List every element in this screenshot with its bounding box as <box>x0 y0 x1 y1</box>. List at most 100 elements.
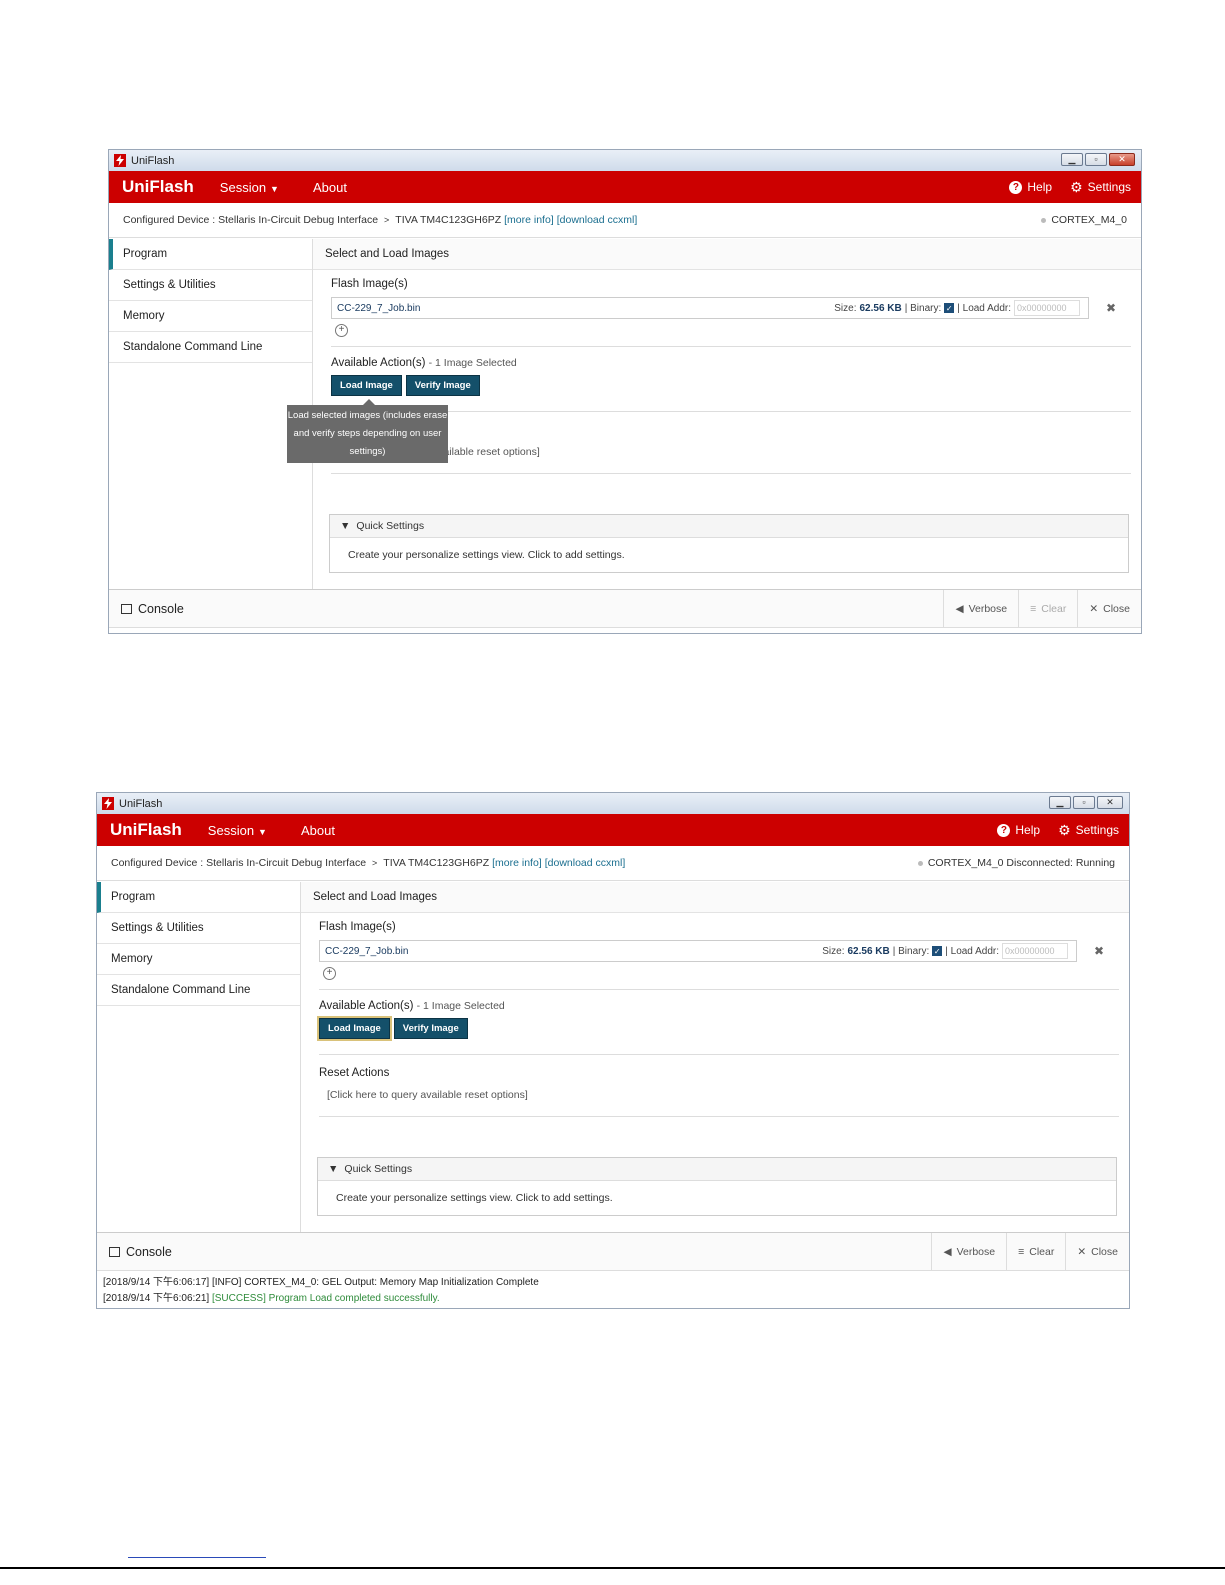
close-window-button[interactable]: ✕ <box>1097 796 1123 809</box>
sidebar-item-program[interactable]: Program <box>97 882 300 913</box>
quick-settings-panel: ▼ Quick Settings Create your personalize … <box>317 1157 1117 1216</box>
size-value: 62.56 KB <box>847 945 890 957</box>
load-image-button[interactable]: Load Image <box>331 375 402 396</box>
download-ccxml-link[interactable]: [download ccxml] <box>545 857 626 869</box>
binary-label: | Binary: <box>892 945 930 957</box>
query-reset-options-link[interactable]: [Click here to query available reset opt… <box>327 1089 1119 1101</box>
console-close-button[interactable]: ✕ Close <box>1065 1233 1129 1270</box>
device-target: TIVA TM4C123GH6PZ <box>383 857 490 869</box>
flash-images-title: Flash Image(s) <box>319 921 396 933</box>
footnote-rule <box>128 1557 266 1558</box>
sidebar-item-memory[interactable]: Memory <box>109 301 312 332</box>
sidebar-item-standalone-command-line[interactable]: Standalone Command Line <box>109 332 312 363</box>
log-line: [2018/9/14 下午6:06:17] [INFO] CORTEX_M4_0… <box>103 1277 539 1288</box>
flash-images-title: Flash Image(s) <box>331 278 408 290</box>
console-toggle-icon[interactable] <box>121 603 132 614</box>
quick-settings-header[interactable]: ▼ Quick Settings <box>318 1158 1116 1181</box>
image-file-name: CC-229_7_Job.bin <box>325 945 409 957</box>
remove-image-icon[interactable]: ✖ <box>1106 301 1116 315</box>
main-panel: Select and Load Images Flash Image(s) CC… <box>301 882 1129 1233</box>
available-actions-title: Available Action(s) <box>331 357 426 369</box>
help-button[interactable]: ? Help <box>1009 180 1052 194</box>
settings-button[interactable]: ⚙ Settings <box>1058 822 1119 839</box>
sidebar-item-program[interactable]: Program <box>109 239 312 270</box>
load-addr-input[interactable]: 0x00000000 <box>1002 943 1068 959</box>
app-brand: UniFlash <box>110 820 182 839</box>
maximize-button[interactable]: ▫ <box>1073 796 1095 809</box>
remove-image-icon[interactable]: ✖ <box>1094 944 1104 958</box>
help-button[interactable]: ? Help <box>997 823 1040 837</box>
quick-settings-header[interactable]: ▼ Quick Settings <box>330 515 1128 538</box>
device-breadcrumb: Configured Device : Stellaris In-Circuit… <box>109 203 1141 238</box>
core-status: CORTEX_M4_0 Disconnected: Running <box>927 857 1115 869</box>
verify-image-button[interactable]: Verify Image <box>393 1018 468 1039</box>
device-breadcrumb: Configured Device : Stellaris In-Circuit… <box>97 846 1129 881</box>
console-bar: Console ◀ Verbose ≡ Clear ✕ Close <box>109 589 1141 628</box>
flash-images-section: Flash Image(s) CC-229_7_Job.bin Size: 62… <box>331 270 1131 347</box>
flash-image-row: CC-229_7_Job.bin Size: 62.56 KB | Binary… <box>319 940 1104 962</box>
sidebar-item-memory[interactable]: Memory <box>97 944 300 975</box>
chevron-right-icon: > <box>384 215 390 225</box>
quick-settings-panel: ▼ Quick Settings Create your personalize … <box>329 514 1129 573</box>
quick-settings-body[interactable]: Create your personalize settings view. C… <box>318 1181 1116 1215</box>
more-info-link[interactable]: [more info] <box>504 214 554 226</box>
binary-checkbox[interactable]: ✓ <box>932 946 943 956</box>
maximize-button[interactable]: ▫ <box>1085 153 1107 166</box>
sidebar-item-settings-utilities[interactable]: Settings & Utilities <box>97 913 300 944</box>
minimize-button[interactable]: ▁ <box>1061 153 1083 166</box>
console-toggle-icon[interactable] <box>109 1246 120 1257</box>
caret-down-icon: ▼ <box>340 520 351 532</box>
help-icon: ? <box>997 823 1011 837</box>
window-title: UniFlash <box>131 154 175 167</box>
console-bar: Console ◀ Verbose ≡ Clear ✕ Close <box>97 1232 1129 1271</box>
verify-image-button[interactable]: Verify Image <box>405 375 480 396</box>
binary-checkbox[interactable]: ✓ <box>944 303 955 313</box>
image-file-name: CC-229_7_Job.bin <box>337 302 421 314</box>
flash-images-section: Flash Image(s) CC-229_7_Job.bin Size: 62… <box>319 913 1119 990</box>
close-icon: ✕ <box>1089 602 1099 615</box>
chevron-right-icon: > <box>372 858 378 868</box>
query-reset-options-link[interactable]: [Click here to query available reset opt… <box>339 446 1131 458</box>
console-close-button[interactable]: ✕ Close <box>1077 590 1141 627</box>
download-ccxml-link[interactable]: [download ccxml] <box>557 214 638 226</box>
app-brand: UniFlash <box>122 177 194 196</box>
clear-button[interactable]: ≡ Clear <box>1006 1233 1065 1270</box>
flash-image-row: CC-229_7_Job.bin Size: 62.56 KB | Binary… <box>331 297 1116 319</box>
images-selected-count: - 1 Image Selected <box>428 357 517 369</box>
help-icon: ? <box>1009 180 1023 194</box>
add-image-icon[interactable]: + <box>335 324 348 337</box>
about-menu[interactable]: About <box>313 180 347 195</box>
available-actions-section: Available Action(s) - 1 Image Selected L… <box>319 990 1119 1055</box>
size-label: Size: <box>822 945 845 957</box>
add-image-icon[interactable]: + <box>323 967 336 980</box>
window-title: UniFlash <box>119 797 163 810</box>
gear-icon: ⚙ <box>1058 821 1071 838</box>
sidebar-item-standalone-command-line[interactable]: Standalone Command Line <box>97 975 300 1006</box>
clear-lines-icon: ≡ <box>1030 602 1037 615</box>
sidebar-item-settings-utilities[interactable]: Settings & Utilities <box>109 270 312 301</box>
quick-settings-body[interactable]: Create your personalize settings view. C… <box>330 538 1128 572</box>
session-menu[interactable]: Session ▼ <box>208 823 267 838</box>
caret-down-icon: ▼ <box>328 1163 339 1175</box>
status-dot-icon <box>1041 217 1047 223</box>
session-menu[interactable]: Session ▼ <box>220 180 279 195</box>
minimize-button[interactable]: ▁ <box>1049 796 1071 809</box>
load-image-button[interactable]: Load Image <box>319 1018 390 1039</box>
app-header: UniFlash Session ▼ About ? Help ⚙ Settings <box>97 814 1129 846</box>
about-menu[interactable]: About <box>301 823 335 838</box>
close-icon: ✕ <box>1077 1245 1087 1258</box>
console-title: Console <box>126 1244 172 1259</box>
verbose-button[interactable]: ◀ Verbose <box>931 1233 1006 1270</box>
page-bottom-rule <box>0 1567 1225 1569</box>
uniflash-window-1: UniFlash ▁ ▫ ✕ UniFlash Session ▼ About ?… <box>108 149 1142 634</box>
status-dot-icon <box>917 860 923 866</box>
verbose-button[interactable]: ◀ Verbose <box>943 590 1018 627</box>
reset-actions-section: Reset Actions [Click here to query avail… <box>319 1055 1119 1117</box>
settings-button[interactable]: ⚙ Settings <box>1070 179 1131 196</box>
clear-button[interactable]: ≡ Clear <box>1018 590 1077 627</box>
binary-label: | Binary: <box>904 302 942 314</box>
close-window-button[interactable]: ✕ <box>1109 153 1135 166</box>
reset-actions-title: Reset Actions <box>319 1067 390 1079</box>
load-addr-input[interactable]: 0x00000000 <box>1014 300 1080 316</box>
more-info-link[interactable]: [more info] <box>492 857 542 869</box>
